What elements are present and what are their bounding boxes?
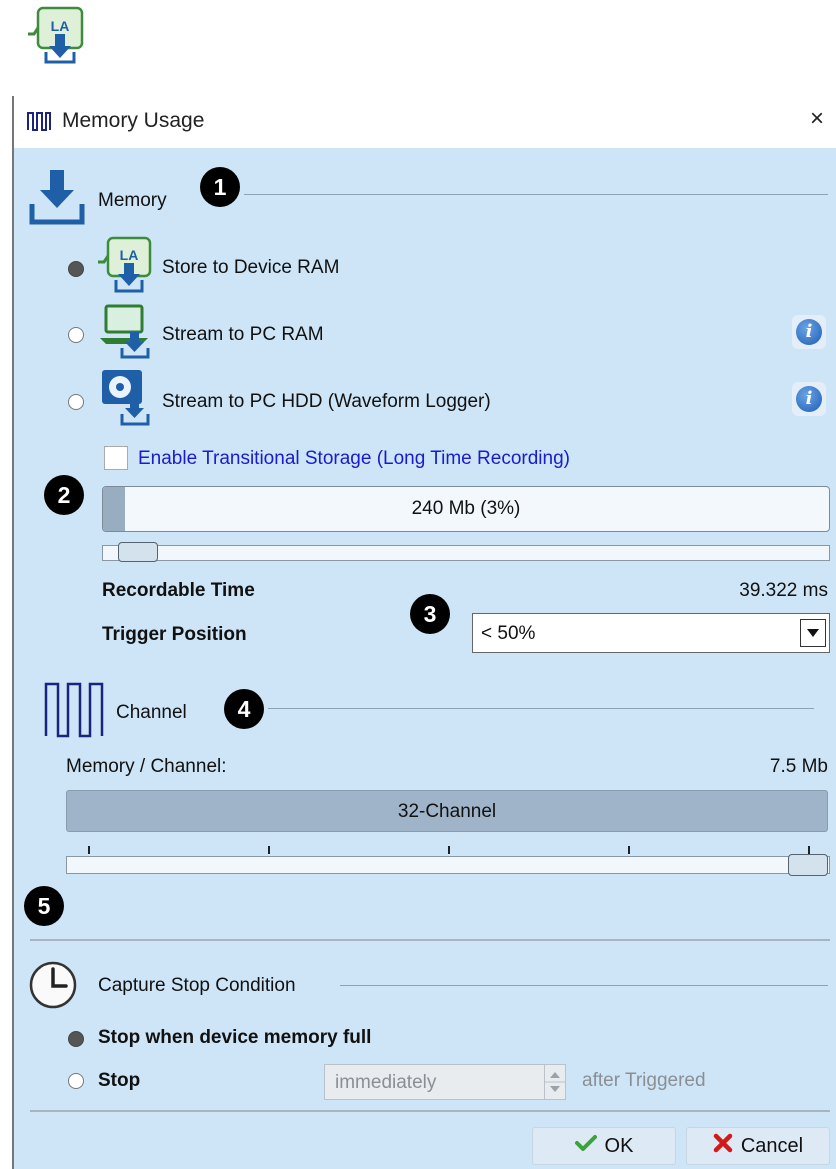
footer-divider	[30, 1110, 830, 1112]
stop-mode-value: immediately	[335, 1072, 437, 1093]
cancel-label: Cancel	[740, 1134, 804, 1157]
hard-drive-download-icon	[98, 368, 158, 428]
slider-tick	[268, 846, 270, 854]
stop-memory-full-label: Stop when device memory full	[98, 1027, 372, 1048]
logic-analyzer-download-icon: LA	[96, 236, 158, 294]
transitional-storage-checkbox[interactable]	[104, 446, 128, 470]
recordable-time-value: 39.322 ms	[739, 580, 828, 601]
pulse-waveform-icon	[44, 680, 106, 738]
svg-text:LA: LA	[51, 18, 70, 34]
stop-mode-spinbox[interactable]: immediately	[324, 1064, 566, 1100]
logic-analyzer-download-icon: LA	[24, 4, 92, 66]
download-tray-icon	[28, 168, 86, 226]
channel-section-label: Channel	[116, 702, 187, 723]
stream-pc-ram-label: Stream to PC RAM	[162, 324, 324, 345]
stream-pc-ram-info-button[interactable]: i	[792, 315, 826, 349]
store-device-ram-label: Store to Device RAM	[162, 257, 340, 278]
pulse-waveform-icon	[26, 110, 52, 132]
stop-after-trigger-radio[interactable]	[68, 1073, 84, 1089]
callout-badge-4: 4	[224, 689, 264, 729]
memory-size-slider[interactable]	[102, 545, 830, 561]
channel-mode-bar: 32-Channel	[66, 790, 828, 832]
memory-per-channel-value: 7.5 Mb	[769, 756, 828, 777]
callout-badge-2: 2	[44, 475, 84, 515]
window-title: Memory Usage	[62, 109, 205, 132]
svg-text:LA: LA	[120, 247, 139, 263]
clock-icon	[28, 960, 78, 1010]
channel-count-slider-thumb[interactable]	[788, 854, 828, 876]
stream-pc-hdd-info-button[interactable]: i	[792, 382, 826, 416]
stop-memory-full-radio[interactable]	[68, 1031, 84, 1047]
ok-label: OK	[604, 1134, 634, 1157]
cancel-button[interactable]: Cancel	[686, 1127, 830, 1165]
memory-usage-bar: 240 Mb (3%)	[102, 486, 830, 532]
stop-label: Stop	[98, 1070, 141, 1091]
slider-tick	[88, 846, 90, 854]
slider-tick	[808, 846, 810, 854]
memory-size-slider-thumb[interactable]	[118, 542, 158, 562]
laptop-download-icon	[98, 302, 158, 360]
close-button[interactable]: ×	[810, 107, 824, 131]
capture-stop-label: Capture Stop Condition	[98, 975, 296, 996]
trigger-position-value: < 50%	[481, 623, 536, 644]
info-icon: i	[796, 386, 822, 412]
slider-tick	[628, 846, 630, 854]
section-divider	[30, 939, 830, 941]
trigger-position-select[interactable]: < 50%	[472, 613, 830, 653]
memory-usage-text: 240 Mb (3%)	[411, 498, 521, 519]
checkmark-icon	[574, 1134, 597, 1158]
slider-tick	[448, 846, 450, 854]
stream-pc-hdd-label: Stream to PC HDD (Waveform Logger)	[162, 391, 491, 412]
channel-count-slider[interactable]	[66, 856, 830, 874]
memory-per-channel-label: Memory / Channel:	[66, 756, 227, 777]
capture-section-divider	[340, 985, 828, 986]
callout-badge-5: 5	[24, 886, 64, 926]
callout-badge-3: 3	[410, 594, 450, 634]
title-bar: Memory Usage ×	[14, 96, 836, 148]
trigger-position-label: Trigger Position	[102, 624, 247, 645]
stream-pc-ram-radio[interactable]	[68, 327, 84, 343]
ok-button[interactable]: OK	[532, 1127, 676, 1165]
memory-section-label: Memory	[98, 190, 167, 211]
x-icon	[713, 1133, 733, 1159]
callout-badge-1: 1	[200, 167, 240, 207]
dropdown-arrow-icon[interactable]	[800, 619, 826, 647]
spinbox-arrows[interactable]	[544, 1065, 565, 1099]
info-icon: i	[796, 319, 822, 345]
memory-usage-dialog: Memory Usage × Memory 1 LA Store to Devi…	[12, 96, 836, 1169]
recordable-time-label: Recordable Time	[102, 580, 255, 601]
channel-section-divider	[268, 708, 814, 709]
transitional-storage-label[interactable]: Enable Transitional Storage (Long Time R…	[138, 448, 570, 470]
memory-section-divider	[244, 194, 828, 195]
after-triggered-label: after Triggered	[582, 1070, 706, 1091]
store-device-ram-radio[interactable]	[68, 261, 84, 277]
stream-pc-hdd-radio[interactable]	[68, 394, 84, 410]
channel-mode-text: 32-Channel	[397, 801, 497, 822]
